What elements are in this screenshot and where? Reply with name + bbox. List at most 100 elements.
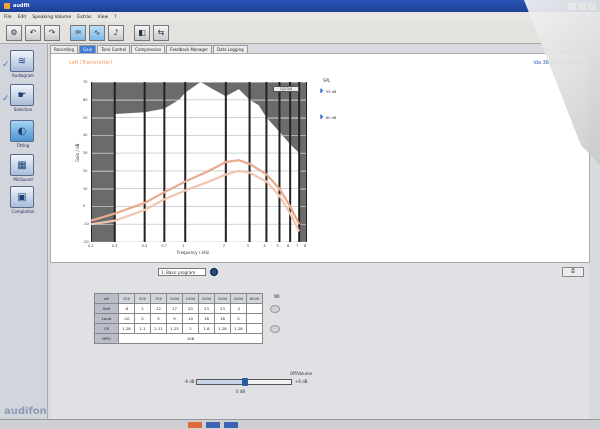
slider-max-label: +6 dB — [295, 379, 308, 384]
menu-view[interactable]: View — [97, 15, 108, 20]
table-cell[interactable]: 1.28 — [230, 323, 247, 334]
back-button[interactable]: ⇆ — [153, 24, 169, 41]
tab-data-logging[interactable]: Data Logging — [212, 45, 248, 53]
sidebar-item-completion[interactable]: ▣ Completion — [10, 186, 36, 214]
x-tick-label: 0.2 — [88, 244, 94, 248]
table-cell[interactable]: 1.8 — [198, 323, 215, 334]
table-cell[interactable]: 1.28 — [118, 323, 135, 334]
sidebar-item-label: Selection — [13, 107, 33, 112]
legend-55db[interactable]: ❥ 55 dB — [319, 88, 336, 95]
menu-extras[interactable]: Extras — [77, 15, 91, 20]
row-label: MPO — [94, 333, 119, 344]
table-cell[interactable]: 18 — [214, 313, 231, 324]
slider-thumb[interactable] — [242, 378, 248, 386]
table-cell[interactable]: 2 — [134, 303, 151, 314]
fit-icon: ♒ — [74, 28, 82, 37]
table-cell[interactable]: 1.1 — [134, 323, 151, 334]
sidebar-item-label: MicSound — [13, 177, 33, 182]
program-select[interactable]: 1: Basic program — [158, 268, 206, 276]
mpo-value[interactable]: 108 — [118, 333, 263, 344]
x-tick-label: 7 — [296, 244, 299, 248]
table-row: CR 1.28 1.1 2.11 1.25 2 1.8 1.28 1.28 — [94, 323, 263, 334]
program-go-icon[interactable] — [210, 268, 218, 276]
table-cell[interactable]: -8 — [118, 303, 135, 314]
tab-recording[interactable]: Recording — [50, 45, 79, 53]
table-cell[interactable]: 18 — [198, 313, 215, 324]
sidebar-item-micsound[interactable]: ▦ MicSound — [10, 154, 36, 182]
table-cell[interactable]: 23 — [198, 303, 215, 314]
slider-min-label: -6 dB — [184, 379, 195, 384]
table-header: 4000 — [230, 293, 247, 304]
table-header: 1500 — [182, 293, 199, 304]
audiogram-icon: ≋ — [10, 50, 34, 72]
table-cell[interactable]: 17 — [166, 303, 183, 314]
check-icon: ✓ — [2, 94, 10, 104]
chart-xlabel: Frequency / kHz — [177, 250, 209, 255]
speaker-button[interactable]: ◧ — [134, 24, 150, 41]
printer-icon: ⎙ — [570, 268, 575, 274]
table-header: 3000 — [214, 293, 231, 304]
table-cell[interactable] — [246, 313, 263, 324]
table-cell[interactable]: -2 — [230, 303, 247, 314]
table-cell[interactable]: 10 — [182, 313, 199, 324]
table-cell[interactable] — [246, 303, 263, 314]
table-cell[interactable]: 2.11 — [150, 323, 167, 334]
menu-edit[interactable]: Edit — [18, 15, 27, 20]
table-cell[interactable]: 20 — [182, 303, 199, 314]
table-cell[interactable]: 23 — [214, 303, 231, 314]
mic-icon: ▦ — [10, 154, 34, 176]
ear-icon: ❥ — [319, 88, 325, 95]
row-label: Loud — [94, 313, 119, 324]
sidebar-item-fitting[interactable]: ◐ Fitting — [10, 120, 36, 148]
nr-label: NR — [274, 294, 280, 299]
audio-button[interactable]: ♪ — [108, 24, 124, 41]
table-cell[interactable]: 0 — [134, 313, 151, 324]
table-cell[interactable]: 2 — [182, 323, 199, 334]
print-button[interactable]: ⎙ — [562, 267, 584, 277]
volume-slider[interactable] — [196, 378, 292, 386]
sidebar-item-label: Fitting — [16, 143, 30, 148]
legend-80db[interactable]: ❥ 80 dB — [319, 114, 336, 121]
open-button[interactable]: ⚙ — [6, 24, 22, 41]
tab-compression[interactable]: Compression — [131, 45, 166, 53]
gain-chart[interactable]: 1|2|3|4 — [91, 82, 307, 242]
undo-icon: ↶ — [29, 28, 37, 37]
table-cell[interactable]: 1.28 — [214, 323, 231, 334]
lock-icon[interactable] — [270, 325, 280, 333]
table-header-row: dB 250 500 750 1000 1500 2000 3000 4000 … — [94, 293, 263, 304]
table-cell[interactable]: 0 — [230, 313, 247, 324]
sidebar-item-audiogram[interactable]: ≋ Audiogram — [10, 50, 36, 78]
redo-button[interactable]: ↷ — [44, 24, 60, 41]
audio-icon: ♪ — [113, 28, 119, 37]
table-cell[interactable]: 5 — [150, 313, 167, 324]
table-header: 750 — [150, 293, 167, 304]
table-header: 6000 — [246, 293, 263, 304]
table-cell[interactable]: -10 — [118, 313, 135, 324]
menu-file[interactable]: File — [4, 15, 12, 20]
wave-button[interactable]: ∿ — [89, 24, 105, 41]
wave-icon: ∿ — [93, 28, 101, 37]
lock-icon[interactable] — [270, 305, 280, 313]
fit-button[interactable]: ♒ — [70, 24, 86, 41]
table-cell[interactable]: 9 — [166, 313, 183, 324]
row-label: Soft — [94, 303, 119, 314]
y-tick-label: 0 — [83, 204, 86, 209]
x-tick-label: 3 — [246, 244, 249, 248]
sidebar-item-selection[interactable]: ☛ Selection — [10, 84, 36, 112]
menu-speaking-volume[interactable]: Speaking Volume — [32, 15, 71, 20]
tab-feedback-manager[interactable]: Feedback Manager — [166, 45, 212, 53]
menu-help[interactable]: ? — [114, 15, 116, 20]
table-cell[interactable] — [246, 323, 263, 334]
sidebar-item-label: Completion — [11, 209, 35, 214]
undo-button[interactable]: ↶ — [25, 24, 41, 41]
tab-gain[interactable]: Gain — [79, 45, 97, 53]
complete-icon: ▣ — [10, 186, 34, 208]
y-tick-label: 40 — [83, 133, 88, 138]
table-cell[interactable]: 12 — [150, 303, 167, 314]
table-row: Loud -10 0 5 9 10 18 18 0 — [94, 313, 263, 324]
tab-tone-control[interactable]: Tone Control — [97, 45, 131, 53]
y-tick-label: 10 — [83, 186, 88, 191]
zoom-control[interactable]: 1|2|3|4 — [273, 86, 299, 92]
table-cell[interactable]: 1.25 — [166, 323, 183, 334]
status-indicator — [224, 422, 238, 428]
